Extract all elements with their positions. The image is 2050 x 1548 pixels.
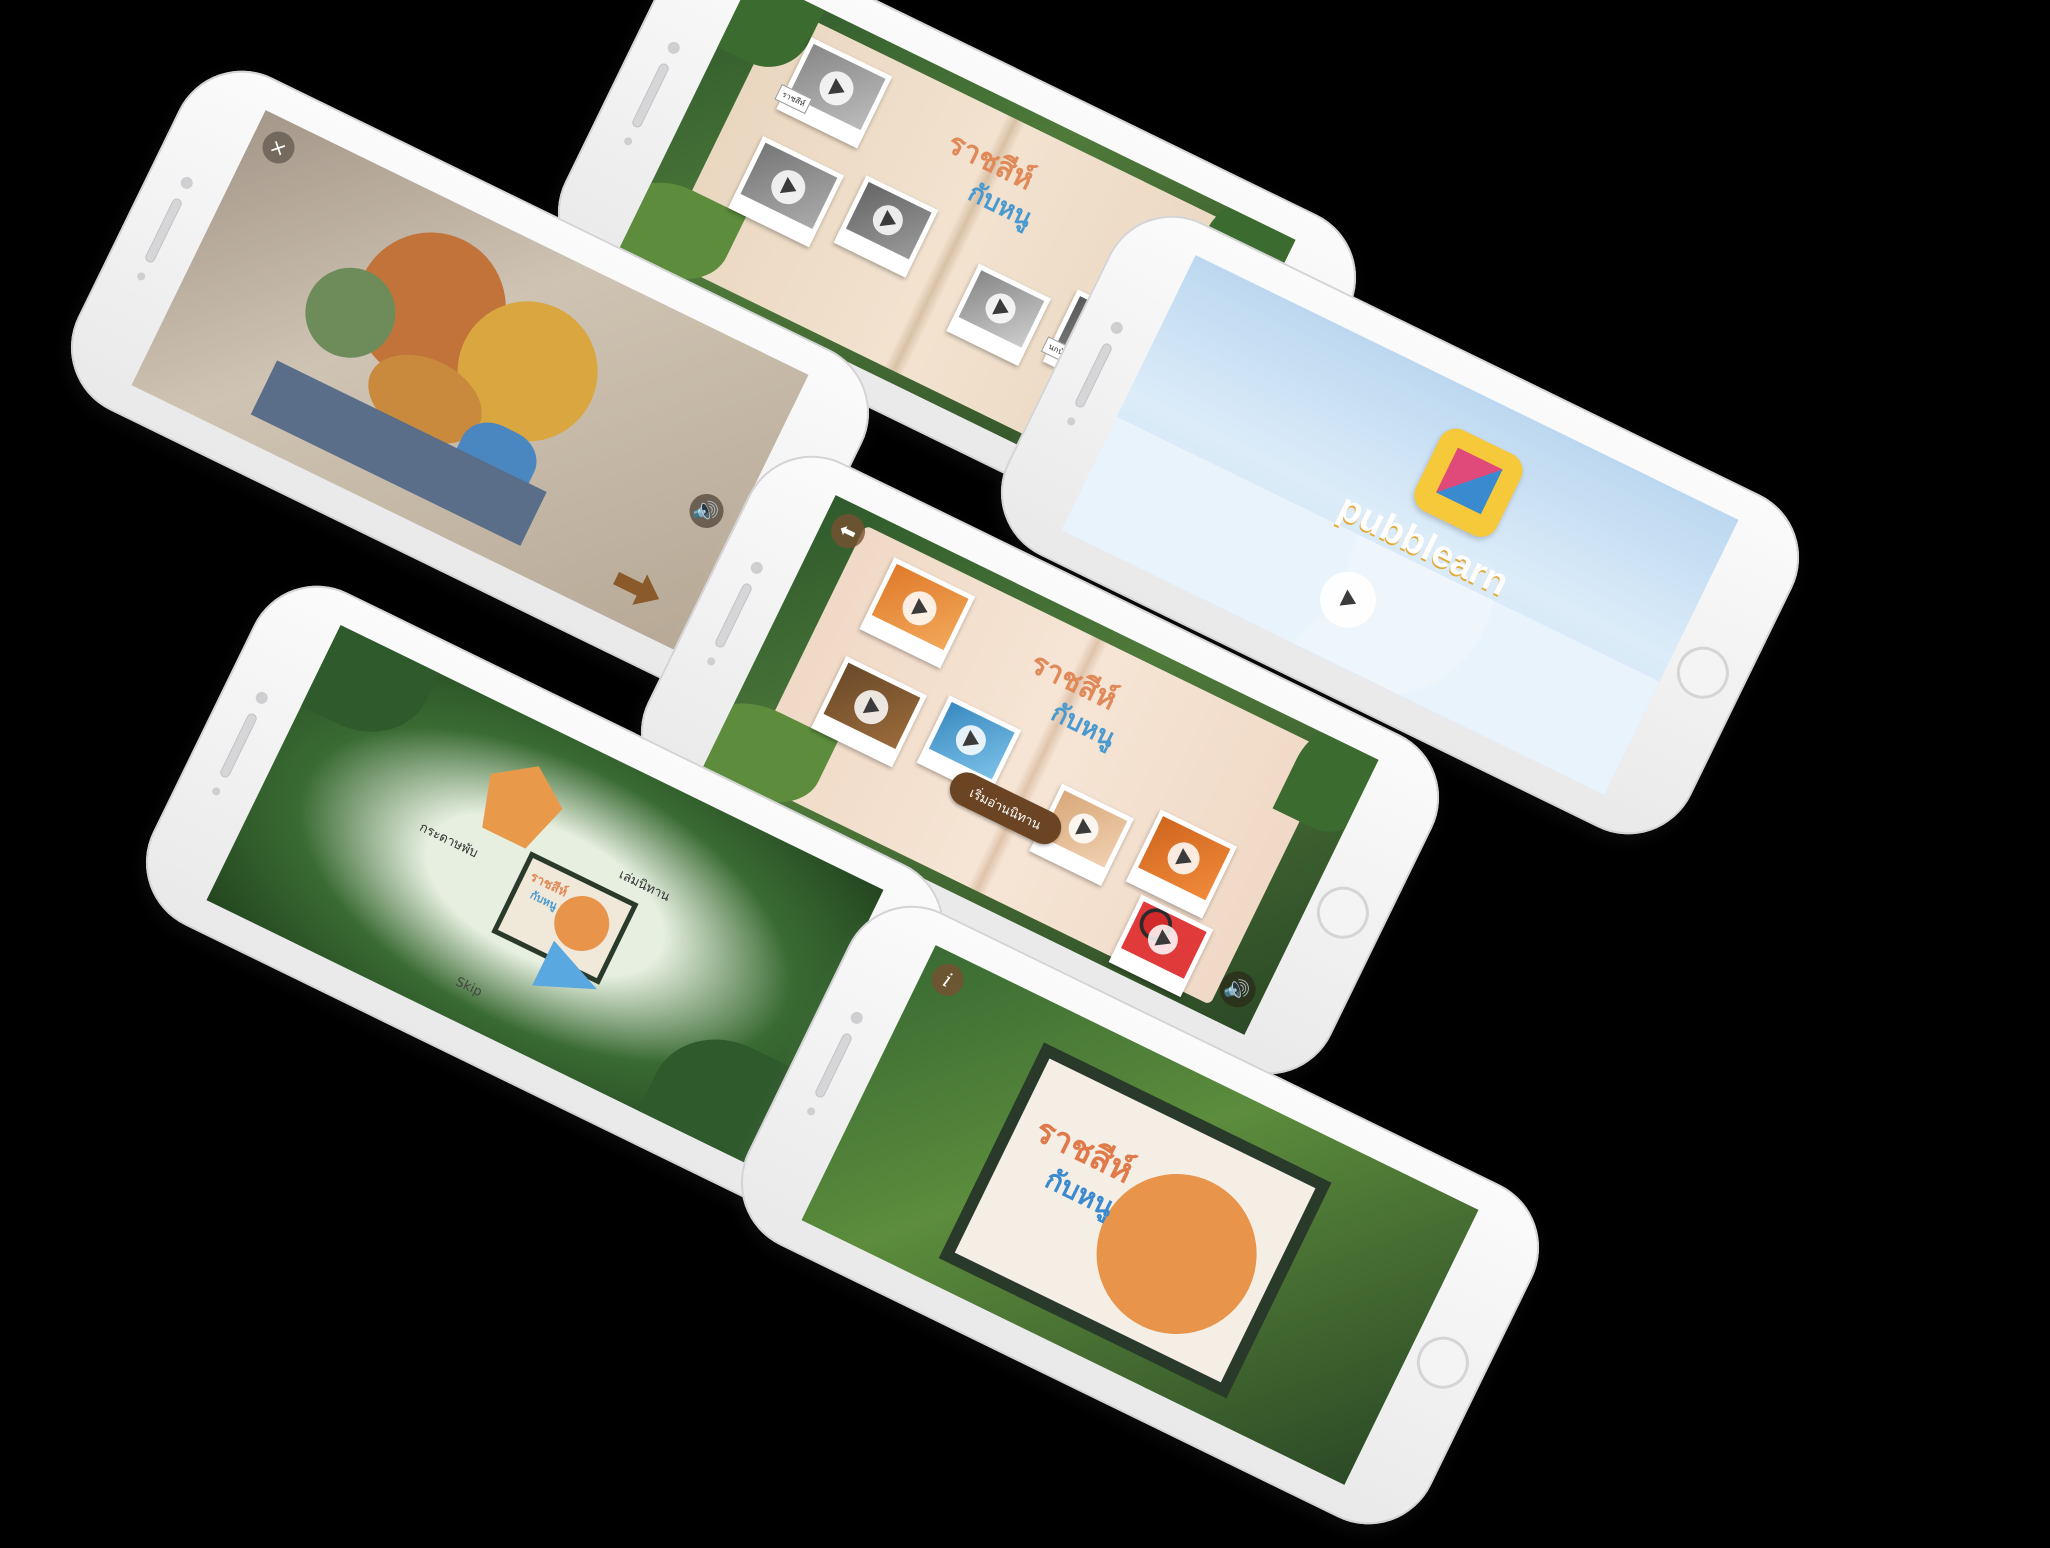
- front-camera: [665, 39, 682, 56]
- menu-origami-label[interactable]: กระดาษพับ: [416, 817, 482, 863]
- speaker-grille: [1073, 341, 1114, 410]
- cover-frame: ราชสีห์ กับหนู: [938, 1042, 1332, 1399]
- front-camera: [1108, 319, 1125, 336]
- speaker-icon[interactable]: 🔊: [683, 488, 730, 534]
- speaker-grille: [813, 1031, 854, 1100]
- screen-book-cover: i ราชสีห์ กับหนู: [801, 945, 1479, 1485]
- speaker-grille: [630, 61, 671, 130]
- speaker-grille: [143, 196, 184, 265]
- close-icon[interactable]: ×: [257, 126, 300, 169]
- front-camera: [848, 1009, 865, 1026]
- home-button[interactable]: [1308, 877, 1378, 948]
- speaker-grille: [713, 581, 754, 650]
- sensor: [622, 136, 634, 147]
- sensor: [135, 271, 147, 282]
- next-arrow-icon[interactable]: [609, 563, 667, 615]
- sensor: [805, 1106, 817, 1117]
- front-camera: [253, 689, 270, 706]
- speaker-grille: [218, 711, 259, 780]
- sensor: [210, 786, 222, 797]
- origami-lion-icon[interactable]: [468, 749, 575, 856]
- leaf-decoration: [274, 625, 453, 755]
- front-camera: [748, 559, 765, 576]
- sensor: [705, 656, 717, 667]
- front-camera: [178, 174, 195, 191]
- sensor: [1065, 416, 1077, 427]
- home-button[interactable]: [1668, 637, 1738, 708]
- skip-link[interactable]: Skip: [453, 975, 484, 1001]
- ar-scene: [250, 190, 666, 564]
- info-icon[interactable]: i: [926, 958, 970, 1002]
- home-button[interactable]: [1408, 1327, 1478, 1398]
